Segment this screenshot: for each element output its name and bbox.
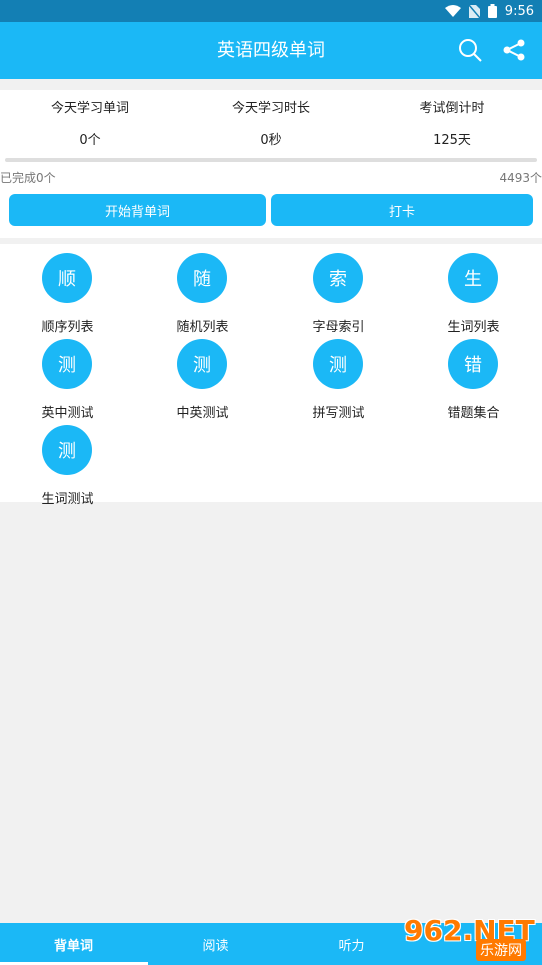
progress-done-text: 已完成0个: [0, 171, 56, 185]
feature-label: 拼写测试: [312, 406, 365, 421]
search-icon: [459, 39, 482, 62]
start-memorize-button[interactable]: 开始背单词: [9, 194, 266, 226]
stat-label: 今天学习时长: [231, 101, 310, 116]
stats-card: 今天学习单词 0个 今天学习时长 0秒 考试倒计时 125天 已完成0个 449…: [0, 90, 542, 238]
stat-value: 0秒: [260, 133, 282, 148]
feature-icon: 生: [448, 253, 498, 303]
feature-label: 中英测试: [176, 406, 229, 421]
feature-letter-index[interactable]: 索 字母索引: [271, 253, 406, 338]
feature-label: 生词测试: [41, 492, 94, 507]
no-sim-icon: [468, 4, 480, 18]
feature-icon: 错: [448, 339, 498, 389]
battery-icon: [487, 4, 497, 18]
wifi-icon: [444, 5, 461, 17]
tab-reading[interactable]: 阅读: [148, 923, 283, 965]
feature-label: 顺序列表: [41, 320, 94, 335]
feature-sequential-list[interactable]: 顺 顺序列表: [0, 253, 135, 338]
feature-icon: 测: [42, 339, 92, 389]
feature-label: 字母索引: [312, 320, 365, 335]
feature-icon: 测: [42, 425, 92, 475]
tab-memorize-words[interactable]: 背单词: [6, 923, 141, 965]
stat-label: 考试倒计时: [419, 101, 485, 116]
status-time: 9:56: [504, 3, 534, 19]
search-button[interactable]: [456, 36, 484, 64]
feature-icon: 顺: [42, 253, 92, 303]
feature-new-words-test[interactable]: 测 生词测试: [0, 425, 135, 510]
share-button[interactable]: [500, 36, 528, 64]
stat-value: 125天: [433, 133, 471, 148]
watermark-subtitle: 乐游网: [476, 939, 526, 961]
feature-label: 错题集合: [447, 406, 500, 421]
feature-icon: 索: [313, 253, 363, 303]
feature-random-list[interactable]: 随 随机列表: [135, 253, 270, 338]
checkin-button[interactable]: 打卡: [271, 194, 533, 226]
feature-new-words-list[interactable]: 生 生词列表: [406, 253, 541, 338]
app-bar: 英语四级单词: [0, 22, 542, 79]
feature-icon: 测: [177, 339, 227, 389]
status-bar: 9:56: [0, 0, 542, 22]
stat-label: 今天学习单词: [50, 101, 129, 116]
watermark-logo: 962.NET 乐游网: [402, 914, 542, 965]
feature-label: 随机列表: [176, 320, 229, 335]
progress-total-text: 4493个: [499, 171, 542, 185]
progress-bar: [5, 158, 537, 162]
feature-icon: 随: [177, 253, 227, 303]
feature-label: 英中测试: [41, 406, 94, 421]
stat-value: 0个: [79, 133, 101, 148]
feature-label: 生词列表: [447, 320, 500, 335]
feature-grid: 顺 顺序列表 随 随机列表 索 字母索引 生 生词列表 测 英中测试 测 中英测…: [0, 244, 542, 507]
feature-mistakes-collection[interactable]: 错 错题集合: [406, 339, 541, 424]
feature-zh-en-test[interactable]: 测 中英测试: [135, 339, 270, 424]
feature-en-zh-test[interactable]: 测 英中测试: [0, 339, 135, 424]
tab-listening[interactable]: 听力: [284, 923, 419, 965]
feature-spelling-test[interactable]: 测 拼写测试: [271, 339, 406, 424]
feature-icon: 测: [313, 339, 363, 389]
share-icon: [503, 39, 525, 61]
